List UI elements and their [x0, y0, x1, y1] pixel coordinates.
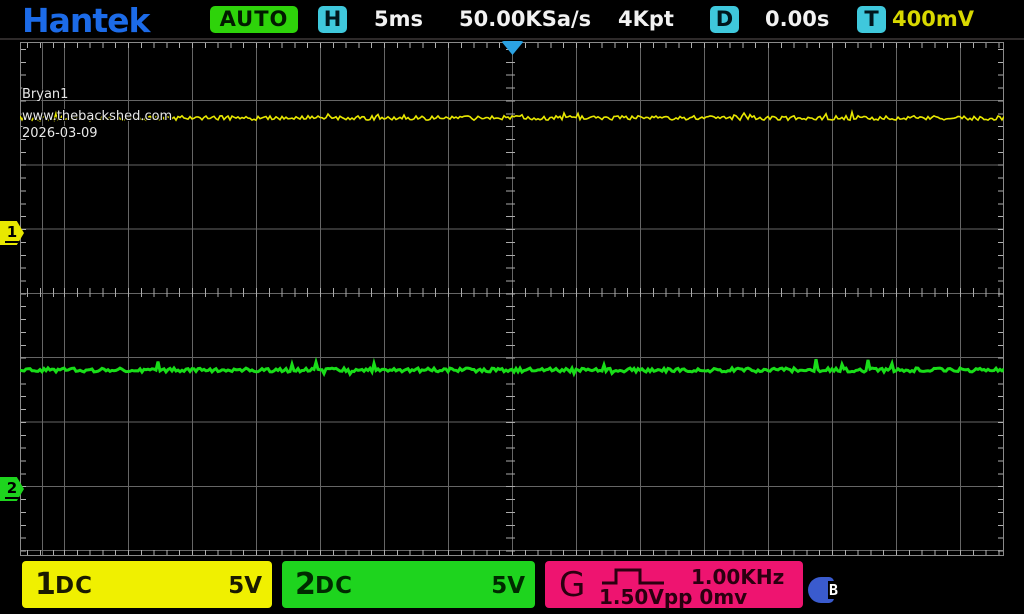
trace-channel-2 [20, 359, 1004, 374]
channel1-volts-per-div: 5V [228, 573, 262, 599]
sample-rate-value: 50.00KSa/s [459, 7, 591, 31]
trigger-level-value[interactable]: 400mV [892, 7, 974, 31]
generator-label: G [559, 565, 585, 605]
channel2-number: 2 [295, 567, 316, 602]
user-label: Bryan1 [22, 87, 68, 102]
channel1-status-box[interactable]: 1 DC 5V [22, 561, 272, 608]
topbar-separator [0, 38, 1024, 40]
usb-type-b-label: B [828, 581, 839, 599]
channel2-status-box[interactable]: 2 DC 5V [282, 561, 535, 608]
channel2-volts-per-div: 5V [491, 573, 525, 599]
channel1-coupling: DC [55, 573, 93, 599]
acquisition-mode-badge[interactable]: AUTO [210, 6, 298, 33]
date-label: 2026-03-09 [22, 126, 98, 141]
trigger-menu-icon[interactable]: T [857, 6, 886, 33]
bottom-status-bar: 1 DC 5V 2 DC 5V G 1.00KHz 1.50Vpp 0mv B [0, 556, 1024, 614]
timebase-value[interactable]: 5ms [374, 7, 423, 31]
website-label: www.thebackshed.com [22, 109, 172, 124]
delay-menu-icon[interactable]: D [710, 6, 739, 33]
top-status-bar: Hantek AUTO H 5ms 50.00KSa/s 4Kpt D 0.00… [0, 0, 1024, 38]
oscilloscope-screen: Hantek AUTO H 5ms 50.00KSa/s 4Kpt D 0.00… [0, 0, 1024, 614]
signal-generator-status-box[interactable]: G 1.00KHz 1.50Vpp 0mv [545, 561, 803, 608]
channel1-marker-label: 1 [5, 224, 19, 243]
channel1-number: 1 [35, 567, 56, 602]
brand-logo: Hantek [22, 1, 149, 40]
square-wave-icon [599, 566, 683, 586]
channel2-marker-label: 2 [5, 480, 19, 499]
memory-depth-value: 4Kpt [618, 7, 674, 31]
channel2-coupling: DC [315, 573, 353, 599]
horizontal-offset-value[interactable]: 0.00s [765, 7, 829, 31]
usb-device-icon: B [808, 577, 840, 603]
horizontal-menu-icon[interactable]: H [318, 6, 347, 33]
generator-amplitude-offset: 1.50Vpp 0mv [599, 585, 747, 609]
